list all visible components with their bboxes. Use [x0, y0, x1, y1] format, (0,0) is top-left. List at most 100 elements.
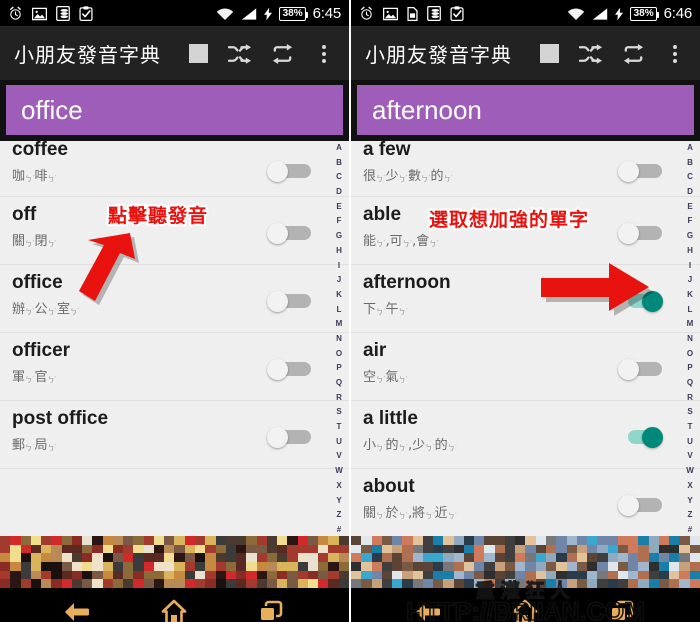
word-row[interactable]: office 辦ㄅ˙公ㄅ˙室ㄅ˙ [0, 265, 349, 333]
current-word-bar[interactable]: office [6, 85, 343, 135]
ad-pixel [412, 562, 423, 571]
alphabet-index-letter[interactable]: O [336, 349, 342, 358]
alphabet-index-letter[interactable]: Y [336, 496, 341, 505]
word-row[interactable]: coffee 咖ㄅ˙啡ㄅ˙ [0, 141, 349, 197]
alphabet-index-letter[interactable]: U [687, 437, 693, 446]
repeat-button[interactable] [620, 41, 646, 67]
alphabet-index-letter[interactable]: T [688, 423, 693, 431]
word-row[interactable]: a little 小ㄅ˙的ㄅ˙,少ㄅ˙的ㄅ˙ [351, 401, 700, 469]
alphabet-index-letter[interactable]: # [688, 525, 692, 534]
home-button[interactable] [508, 595, 542, 622]
alphabet-index-letter[interactable]: E [687, 202, 692, 211]
alphabet-index-letter[interactable]: A [687, 144, 693, 152]
stop-button[interactable] [536, 41, 562, 67]
word-row[interactable]: air 空ㄅ˙氣ㄅ˙ [351, 333, 700, 401]
recents-button[interactable] [254, 595, 288, 622]
alphabet-index-letter[interactable]: R [687, 393, 693, 402]
word-row[interactable]: post office 郵ㄅ˙局ㄅ˙ [0, 401, 349, 469]
alphabet-index-letter[interactable]: J [337, 276, 341, 284]
alphabet-index-letter[interactable]: # [337, 525, 341, 534]
current-word-bar[interactable]: afternoon [357, 85, 694, 135]
alphabet-index-letter[interactable]: X [687, 481, 692, 490]
alphabet-index-letter[interactable]: I [338, 261, 340, 270]
alphabet-index-letter[interactable]: N [336, 334, 342, 343]
shuffle-button[interactable] [227, 41, 253, 67]
alphabet-index-letter[interactable]: S [336, 408, 341, 416]
alphabet-index-letter[interactable]: L [337, 305, 342, 314]
ad-pixel [546, 570, 557, 580]
word-toggle-switch[interactable] [267, 161, 313, 182]
right-ad-banner[interactable] [351, 536, 700, 588]
alphabet-index-letter[interactable]: Y [687, 496, 692, 505]
word-row[interactable]: about 關ㄅ˙於ㄅ˙,將ㄅ˙近ㄅ˙ [351, 469, 700, 536]
alphabet-index-letter[interactable]: I [689, 261, 691, 270]
shuffle-button[interactable] [578, 41, 604, 67]
overflow-menu-button[interactable] [311, 41, 337, 67]
alphabet-index-letter[interactable]: W [335, 467, 343, 475]
alphabet-index-letter[interactable]: P [336, 364, 341, 372]
recents-button[interactable] [605, 595, 639, 622]
word-toggle-switch[interactable] [618, 495, 664, 516]
alphabet-index-letter[interactable]: M [336, 320, 343, 328]
back-button[interactable] [412, 595, 446, 622]
ad-pixel [143, 579, 154, 588]
alphabet-index-letter[interactable]: L [688, 305, 693, 314]
word-toggle-switch[interactable] [267, 291, 313, 312]
alphabet-index-letter[interactable]: B [336, 158, 342, 167]
alphabet-index-letter[interactable]: Q [687, 379, 693, 387]
alphabet-index-letter[interactable]: O [687, 349, 693, 358]
alphabet-index-letter[interactable]: E [336, 202, 341, 211]
word-toggle-switch[interactable] [618, 359, 664, 380]
alphabet-index-letter[interactable]: S [687, 408, 692, 416]
word-toggle-switch[interactable] [267, 359, 313, 380]
alphabet-index-letter[interactable]: H [336, 246, 342, 255]
right-word-list[interactable]: a few 很ㄅ˙少ㄅ˙數ㄅ˙的ㄅ˙ able 能ㄅ˙,可ㄅ˙,會ㄅ˙ afternoo… [351, 141, 700, 536]
alphabet-index-letter[interactable]: D [336, 188, 342, 196]
left-ad-banner[interactable] [0, 536, 349, 588]
alphabet-index-letter[interactable]: Q [336, 379, 342, 387]
word-toggle-switch[interactable] [618, 161, 664, 182]
alphabet-index-letter[interactable]: T [337, 423, 342, 431]
alphabet-index-letter[interactable]: A [336, 144, 342, 152]
alphabet-index-letter[interactable]: R [336, 393, 342, 402]
alphabet-index-letter[interactable]: X [336, 481, 341, 490]
left-alphabet-index[interactable]: A B C D E F G H I J K L M N O P Q R S T U V W X Y Z # [329, 141, 349, 536]
alphabet-index-letter[interactable]: V [336, 452, 341, 460]
alphabet-index-letter[interactable]: J [688, 276, 692, 284]
alphabet-index-letter[interactable]: M [687, 320, 694, 328]
alphabet-index-letter[interactable]: D [687, 188, 693, 196]
word-toggle-switch[interactable] [618, 223, 664, 244]
home-button[interactable] [157, 595, 191, 622]
alphabet-index-letter[interactable]: U [336, 437, 342, 446]
repeat-button[interactable] [269, 41, 295, 67]
alphabet-index-letter[interactable]: F [337, 217, 342, 225]
alphabet-index-letter[interactable]: Z [337, 511, 342, 519]
alphabet-index-letter[interactable]: W [686, 467, 694, 475]
alphabet-index-letter[interactable]: V [687, 452, 692, 460]
overflow-menu-button[interactable] [662, 41, 688, 67]
alphabet-index-letter[interactable]: Z [688, 511, 693, 519]
back-button[interactable] [61, 595, 95, 622]
right-alphabet-index[interactable]: A B C D E F G H I J K L M N O P Q R S T U V W X Y Z # [680, 141, 700, 536]
word-toggle-switch[interactable] [267, 223, 313, 244]
alphabet-index-letter[interactable]: C [336, 173, 342, 181]
word-row[interactable]: a few 很ㄅ˙少ㄅ˙數ㄅ˙的ㄅ˙ [351, 141, 700, 197]
alphabet-index-letter[interactable]: B [687, 158, 693, 167]
alphabet-index-letter[interactable]: C [687, 173, 693, 181]
stop-button[interactable] [185, 41, 211, 67]
ad-pixel [546, 553, 557, 562]
alarm-clock-icon [10, 6, 21, 20]
alphabet-index-letter[interactable]: F [688, 217, 693, 225]
alphabet-index-letter[interactable]: N [687, 334, 693, 343]
alphabet-index-letter[interactable]: G [687, 232, 693, 240]
alphabet-index-letter[interactable]: G [336, 232, 342, 240]
left-word-list[interactable]: coffee 咖ㄅ˙啡ㄅ˙ off 關ㄅ˙閉ㄅ˙ office 辦ㄅ˙公ㄅ˙室ㄅ˙ offi… [0, 141, 349, 536]
alphabet-index-letter[interactable]: K [687, 290, 693, 299]
word-toggle-switch[interactable] [618, 427, 664, 448]
ad-pixel [236, 553, 247, 562]
word-row[interactable]: officer 軍ㄅ˙官ㄅ˙ [0, 333, 349, 401]
alphabet-index-letter[interactable]: P [687, 364, 692, 372]
word-toggle-switch[interactable] [267, 427, 313, 448]
alphabet-index-letter[interactable]: H [687, 246, 693, 255]
alphabet-index-letter[interactable]: K [336, 290, 342, 299]
